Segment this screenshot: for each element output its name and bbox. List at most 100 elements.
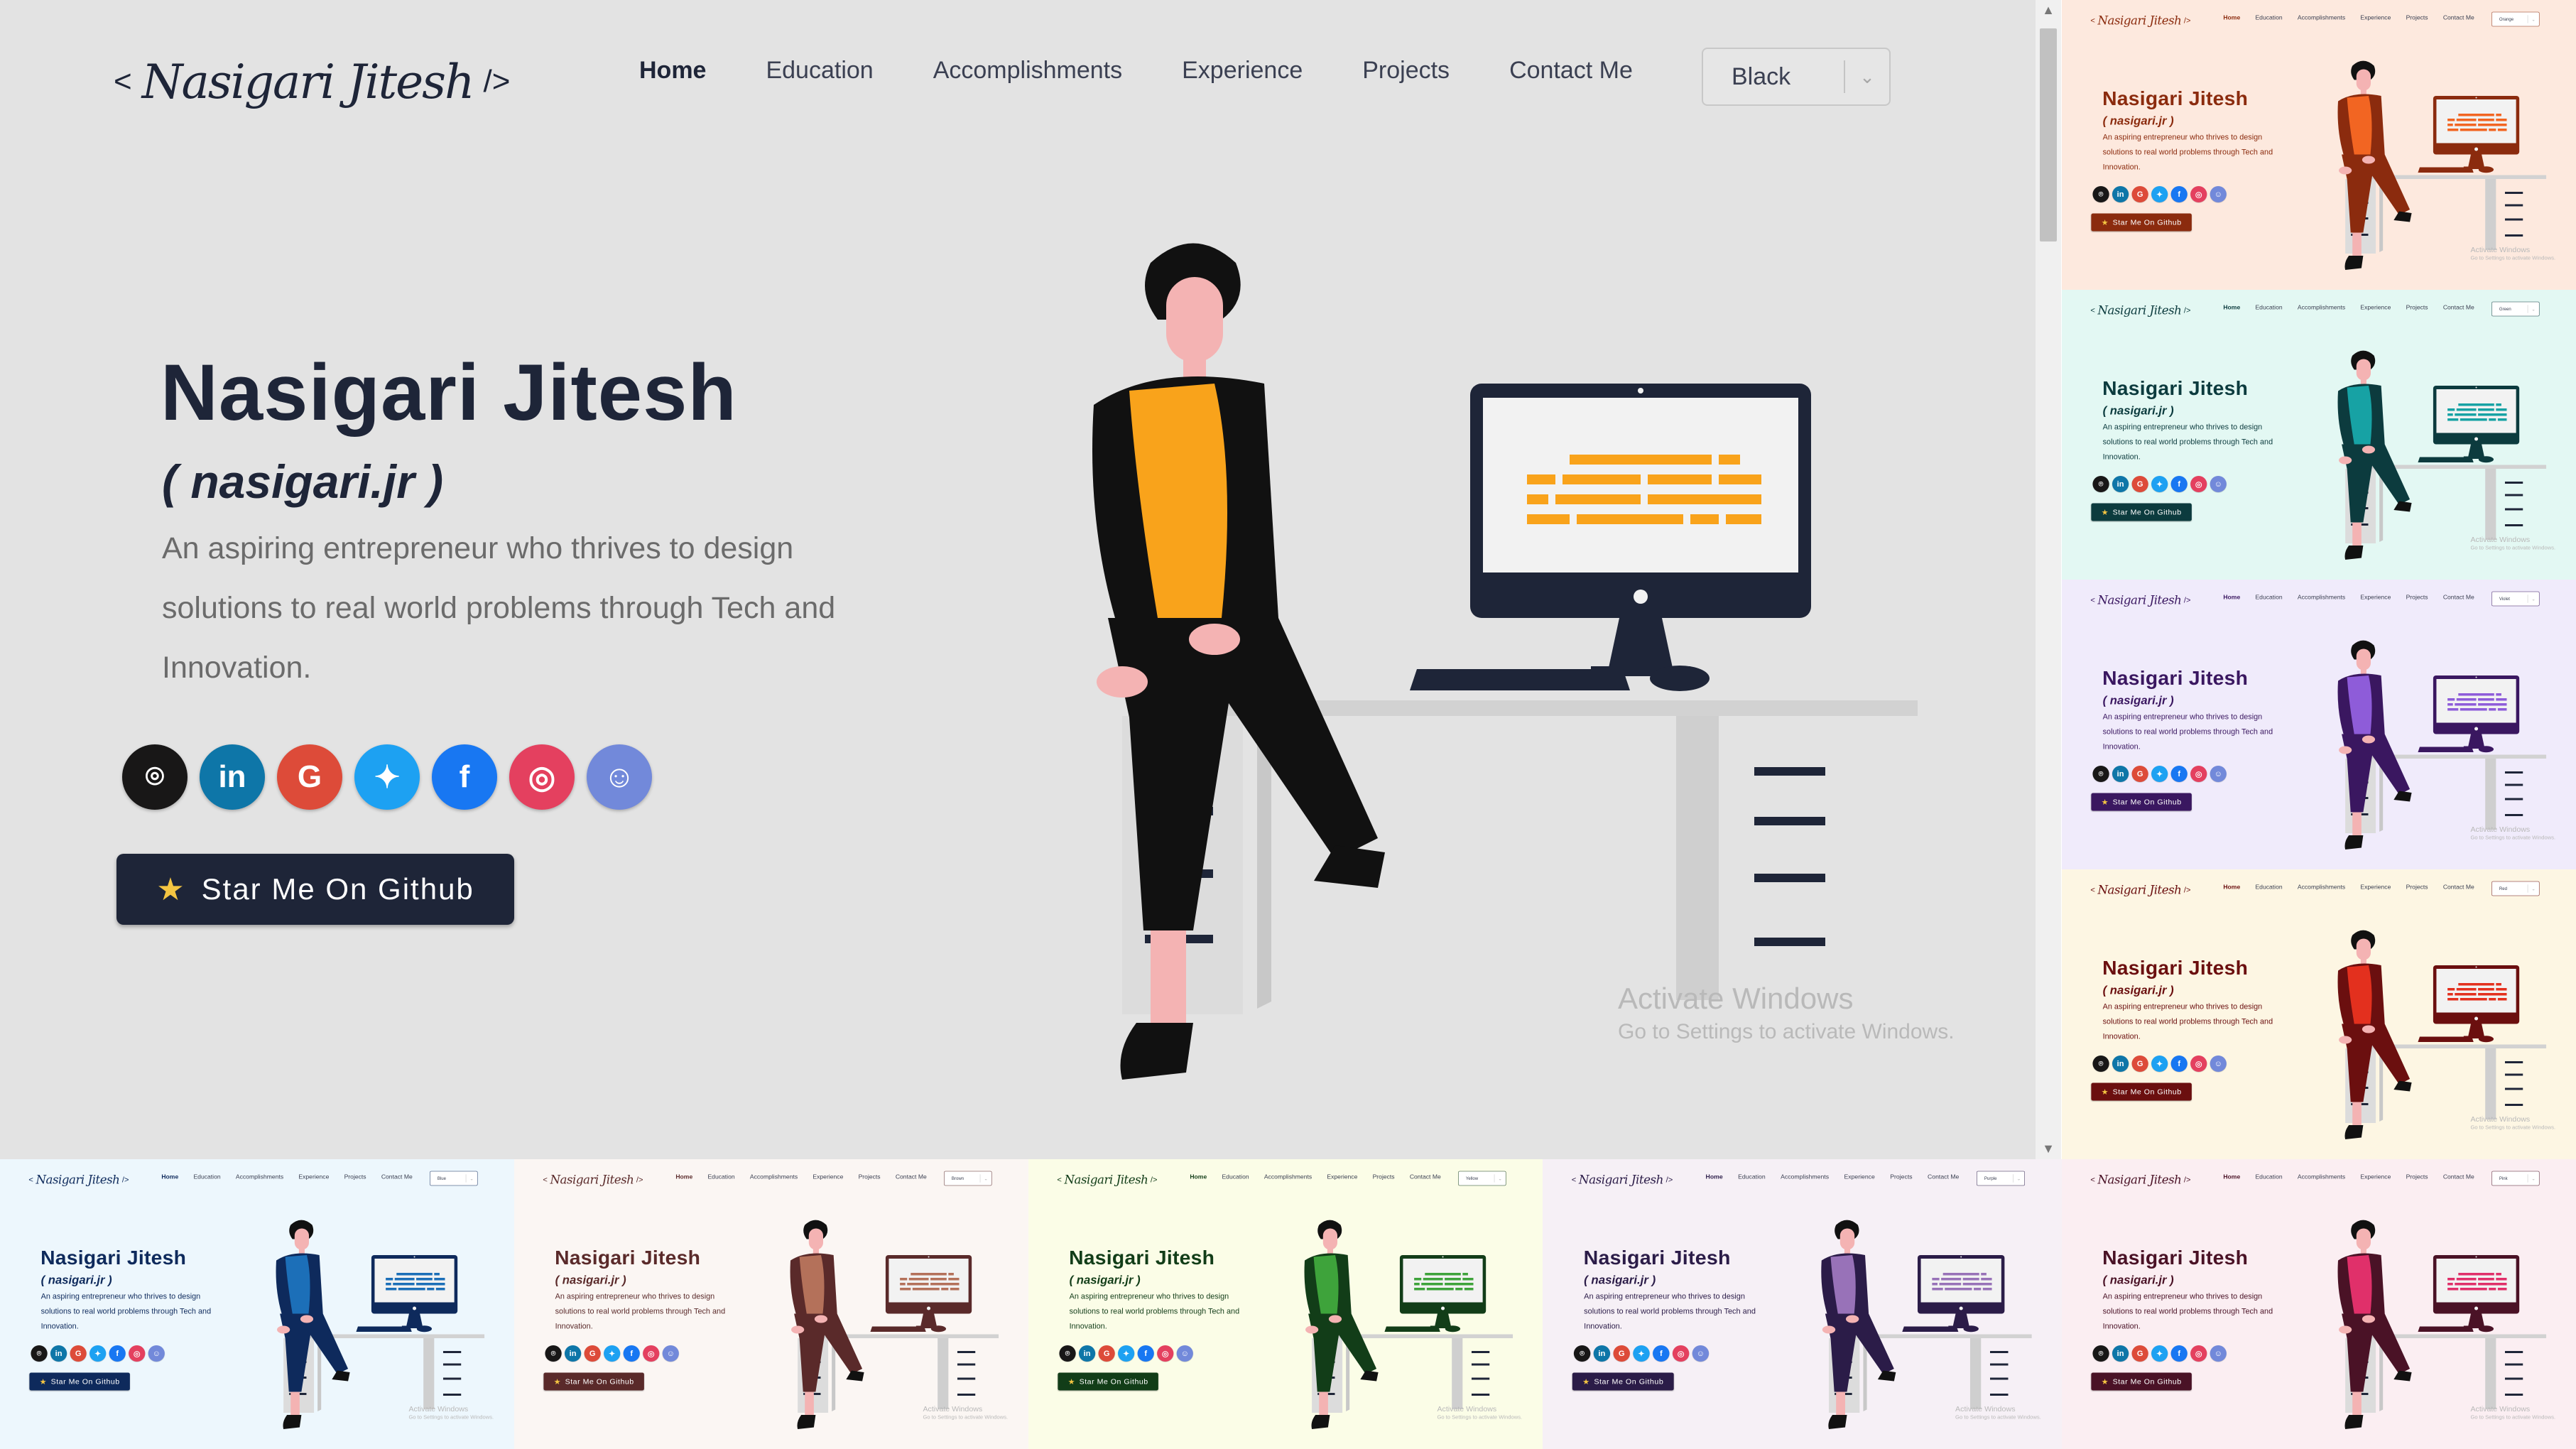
nav-projects[interactable]: Projects [859, 1173, 881, 1181]
twitter-icon[interactable]: ✦ [1633, 1345, 1650, 1362]
theme-select[interactable]: Blue ⌄ [430, 1171, 478, 1186]
nav-home[interactable]: Home [161, 1173, 178, 1181]
theme-preview-violet[interactable]: < Nasigari Jitesh /> Home Education Acco… [2062, 580, 2576, 869]
nav-education[interactable]: Education [1738, 1173, 1766, 1181]
twitter-icon[interactable]: ✦ [604, 1345, 621, 1362]
github-icon[interactable]: ⌾ [2092, 476, 2109, 492]
facebook-icon[interactable]: f [1653, 1345, 1670, 1362]
nav-accomplishments[interactable]: Accomplishments [2298, 304, 2345, 311]
nav-experience[interactable]: Experience [2360, 1173, 2391, 1181]
nav-accomplishments[interactable]: Accomplishments [2298, 884, 2345, 891]
star-on-github-button[interactable]: ★ Star Me On Github [29, 1372, 130, 1391]
nav-projects[interactable]: Projects [2406, 594, 2428, 601]
nav-experience[interactable]: Experience [2360, 594, 2391, 601]
nav-accomplishments[interactable]: Accomplishments [2298, 1173, 2345, 1181]
logo[interactable]: < Nasigari Jitesh /> [543, 1170, 643, 1190]
nav-projects[interactable]: Projects [1890, 1173, 1912, 1181]
theme-select[interactable]: Brown ⌄ [944, 1171, 992, 1186]
logo[interactable]: < Nasigari Jitesh /> [114, 43, 510, 121]
nav-projects[interactable]: Projects [1373, 1173, 1395, 1181]
linkedin-icon[interactable]: in [2112, 1055, 2129, 1072]
theme-preview-brown[interactable]: < Nasigari Jitesh /> Home Education Acco… [514, 1159, 1028, 1449]
scrollbar-thumb[interactable] [2040, 28, 2057, 242]
theme-preview-red[interactable]: < Nasigari Jitesh /> Home Education Acco… [2062, 869, 2576, 1159]
google-icon[interactable]: G [70, 1345, 87, 1362]
theme-preview-purple[interactable]: < Nasigari Jitesh /> Home Education Acco… [1543, 1159, 2062, 1449]
logo[interactable]: < Nasigari Jitesh /> [2090, 590, 2190, 610]
linkedin-icon[interactable]: in [2112, 766, 2129, 782]
discord-icon[interactable]: ☺ [148, 1345, 165, 1362]
nav-home[interactable]: Home [1190, 1173, 1207, 1181]
nav-home[interactable]: Home [2223, 884, 2240, 891]
nav-education[interactable]: Education [2255, 304, 2282, 311]
nav-experience[interactable]: Experience [1182, 57, 1303, 85]
nav-education[interactable]: Education [707, 1173, 734, 1181]
linkedin-icon[interactable]: in [2112, 1345, 2129, 1362]
nav-projects[interactable]: Projects [2406, 304, 2428, 311]
github-icon[interactable]: ⌾ [2092, 186, 2109, 202]
star-on-github-button[interactable]: ★ Star Me On Github [1058, 1372, 1158, 1391]
facebook-icon[interactable]: f [623, 1345, 640, 1362]
star-on-github-button[interactable]: ★ Star Me On Github [116, 854, 514, 925]
facebook-icon[interactable]: f [432, 744, 497, 810]
nav-home[interactable]: Home [675, 1173, 692, 1181]
instagram-icon[interactable]: ◎ [643, 1345, 660, 1362]
nav-home[interactable]: Home [2223, 304, 2240, 311]
nav-home[interactable]: Home [2223, 594, 2240, 601]
star-on-github-button[interactable]: ★ Star Me On Github [543, 1372, 644, 1391]
theme-select[interactable]: Black ⌄ [1702, 48, 1891, 106]
google-icon[interactable]: G [2131, 186, 2148, 202]
theme-select[interactable]: Purple ⌄ [1977, 1171, 2025, 1186]
nav-home[interactable]: Home [639, 57, 706, 85]
nav-contact[interactable]: Contact Me [2443, 304, 2474, 311]
nav-contact[interactable]: Contact Me [2443, 14, 2474, 21]
facebook-icon[interactable]: f [1137, 1345, 1154, 1362]
github-icon[interactable]: ⌾ [2092, 1345, 2109, 1362]
nav-education[interactable]: Education [1222, 1173, 1249, 1181]
twitter-icon[interactable]: ✦ [2151, 186, 2168, 202]
linkedin-icon[interactable]: in [50, 1345, 67, 1362]
nav-accomplishments[interactable]: Accomplishments [1264, 1173, 1312, 1181]
nav-contact[interactable]: Contact Me [1410, 1173, 1441, 1181]
github-icon[interactable]: ⌾ [545, 1345, 562, 1362]
twitter-icon[interactable]: ✦ [89, 1345, 107, 1362]
facebook-icon[interactable]: f [2170, 186, 2188, 202]
theme-preview-blue[interactable]: < Nasigari Jitesh /> Home Education Acco… [0, 1159, 514, 1449]
discord-icon[interactable]: ☺ [2210, 186, 2227, 202]
google-icon[interactable]: G [2131, 766, 2148, 782]
nav-contact[interactable]: Contact Me [1928, 1173, 1959, 1181]
google-icon[interactable]: G [584, 1345, 601, 1362]
scroll-down-icon[interactable]: ▼ [2036, 1141, 2061, 1156]
theme-preview-yellow[interactable]: < Nasigari Jitesh /> Home Education Acco… [1028, 1159, 1543, 1449]
nav-home[interactable]: Home [2223, 14, 2240, 21]
github-icon[interactable]: ⌾ [122, 744, 188, 810]
nav-education[interactable]: Education [193, 1173, 220, 1181]
star-on-github-button[interactable]: ★ Star Me On Github [1572, 1372, 1674, 1391]
github-icon[interactable]: ⌾ [31, 1345, 48, 1362]
logo[interactable]: < Nasigari Jitesh /> [1057, 1170, 1157, 1190]
nav-contact[interactable]: Contact Me [896, 1173, 927, 1181]
instagram-icon[interactable]: ◎ [2190, 1345, 2207, 1362]
logo[interactable]: < Nasigari Jitesh /> [2090, 300, 2190, 320]
nav-experience[interactable]: Experience [2360, 14, 2391, 21]
linkedin-icon[interactable]: in [1078, 1345, 1096, 1362]
github-icon[interactable]: ⌾ [1573, 1345, 1591, 1362]
nav-accomplishments[interactable]: Accomplishments [236, 1173, 283, 1181]
nav-projects[interactable]: Projects [344, 1173, 366, 1181]
facebook-icon[interactable]: f [2170, 1345, 2188, 1362]
discord-icon[interactable]: ☺ [1692, 1345, 1710, 1362]
linkedin-icon[interactable]: in [564, 1345, 582, 1362]
nav-experience[interactable]: Experience [298, 1173, 329, 1181]
linkedin-icon[interactable]: in [2112, 186, 2129, 202]
nav-experience[interactable]: Experience [1844, 1173, 1874, 1181]
github-icon[interactable]: ⌾ [1059, 1345, 1076, 1362]
instagram-icon[interactable]: ◎ [2190, 476, 2207, 492]
theme-select[interactable]: Green ⌄ [2491, 301, 2540, 317]
theme-preview-pink[interactable]: < Nasigari Jitesh /> Home Education Acco… [2062, 1159, 2576, 1449]
star-on-github-button[interactable]: ★ Star Me On Github [2091, 1372, 2192, 1391]
discord-icon[interactable]: ☺ [2210, 766, 2227, 782]
theme-select[interactable]: Violet ⌄ [2491, 591, 2540, 607]
star-on-github-button[interactable]: ★ Star Me On Github [2091, 793, 2192, 811]
google-icon[interactable]: G [2131, 1345, 2148, 1362]
logo[interactable]: < Nasigari Jitesh /> [2090, 11, 2190, 31]
